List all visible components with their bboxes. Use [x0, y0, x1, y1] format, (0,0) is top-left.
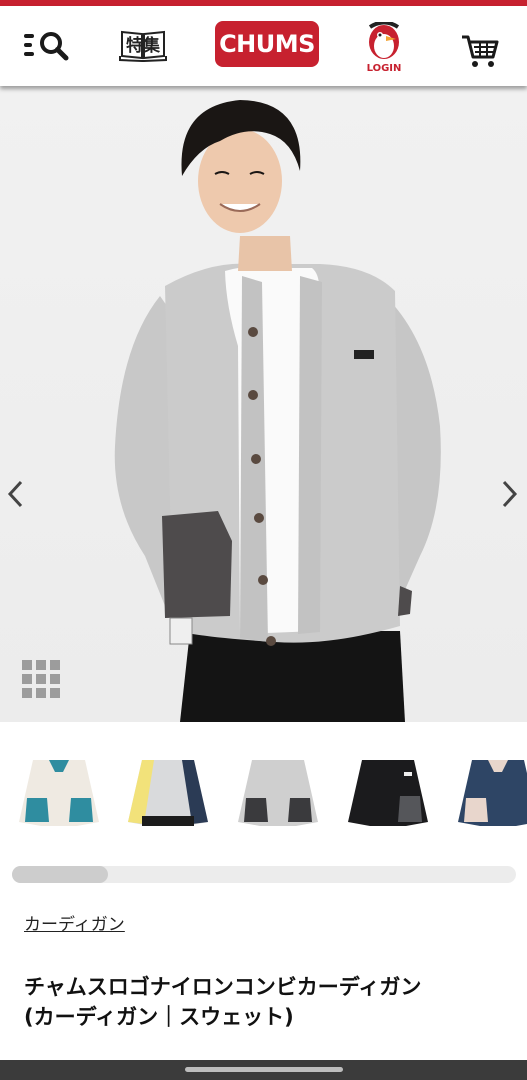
grid-icon	[22, 660, 60, 698]
menu-search-button[interactable]	[22, 28, 74, 64]
menu-search-icon	[24, 32, 69, 61]
model-photo	[114, 100, 441, 722]
thumbnail-image	[238, 760, 318, 826]
prev-image-button[interactable]	[4, 478, 28, 510]
product-page: 特集 CHUMS LOGIN カーディガン チャムスロゴナイロンコンビカーディガ…	[0, 0, 527, 1080]
thumbnail-image	[19, 760, 99, 826]
product-title-line1: チャムスロゴナイロンコンビカーディガン	[24, 975, 422, 999]
feature-button[interactable]: 特集	[118, 28, 168, 64]
login-label: LOGIN	[366, 63, 402, 74]
gallery-grid-button[interactable]	[22, 660, 60, 698]
cart-button[interactable]	[460, 31, 500, 71]
next-image-button[interactable]	[497, 478, 521, 510]
thumbnail-color-5[interactable]	[452, 752, 527, 832]
thumbnail-image	[348, 760, 428, 826]
cart-icon	[462, 35, 499, 67]
penguin-icon	[368, 20, 400, 59]
chums-logo[interactable]: CHUMS	[215, 21, 319, 67]
feature-label: 特集	[126, 36, 160, 56]
login-button[interactable]: LOGIN	[362, 20, 406, 74]
thumbnail-color-4[interactable]	[342, 752, 434, 832]
logo-text: CHUMS	[219, 30, 315, 58]
thumbnail-color-1[interactable]	[13, 752, 105, 832]
thumbnail-strip	[0, 722, 527, 857]
chevron-right-icon	[502, 480, 518, 508]
product-main-image[interactable]	[0, 86, 527, 722]
thumbnail-image	[458, 760, 527, 826]
thumbnail-color-3[interactable]	[232, 752, 324, 832]
thumbnail-scrollbar[interactable]	[12, 866, 516, 883]
scrollbar-thumb[interactable]	[12, 866, 108, 883]
thumbnail-image	[128, 760, 208, 826]
thumbnail-color-2[interactable]	[122, 752, 214, 832]
site-header: 特集 CHUMS LOGIN	[0, 6, 527, 86]
category-link[interactable]: カーディガン	[24, 910, 125, 935]
product-title: チャムスロゴナイロンコンビカーディガン (カーディガン｜スウェット)	[24, 972, 514, 1032]
chevron-left-icon	[7, 480, 23, 508]
home-indicator[interactable]	[185, 1067, 343, 1072]
product-title-line2: (カーディガン｜スウェット)	[24, 1005, 294, 1029]
